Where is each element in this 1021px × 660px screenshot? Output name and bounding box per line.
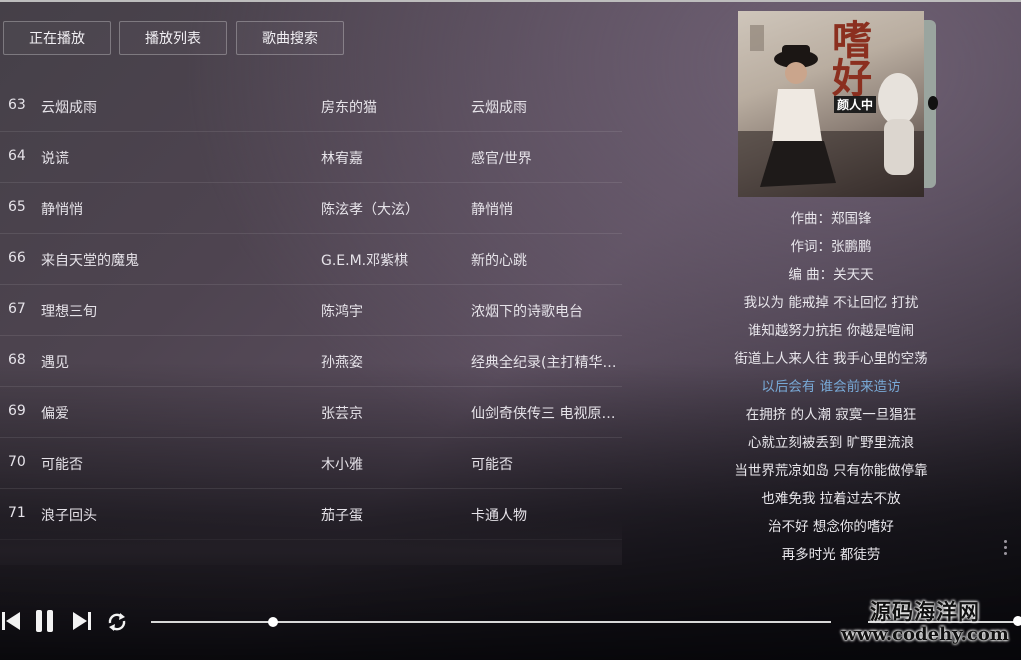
song-album: 感官/世界 bbox=[471, 151, 532, 167]
song-title: 说谎 bbox=[41, 151, 69, 167]
lyric-line: 心就立刻被丢到 旷野里流浪 bbox=[747, 435, 915, 451]
lyric-line: 街道上人来人往 我手心里的空荡 bbox=[734, 351, 928, 367]
table-row[interactable]: 69 偏爱 张芸京 仙剑奇侠传三 电视原… bbox=[0, 386, 622, 438]
lyric-line: 作曲：郑国锋 bbox=[790, 211, 872, 227]
cover-title: 嗜好 bbox=[825, 19, 872, 95]
song-list: 63 云烟成雨 房东的猫 云烟成雨 64 说谎 林宥嘉 感官/世界 65 静悄悄… bbox=[0, 80, 622, 563]
lyric-line: 编 曲：关天天 bbox=[788, 267, 874, 283]
scrollbar-handle[interactable] bbox=[1004, 540, 1008, 556]
pause-icon[interactable] bbox=[33, 608, 57, 638]
watermark-title: 源码海洋网 bbox=[870, 599, 980, 624]
song-album: 云烟成雨 bbox=[471, 100, 527, 116]
lyric-line: 谁知越努力抗拒 你越是喧闹 bbox=[747, 323, 915, 339]
lyric-line: 我以为 能戒掉 不让回忆 打扰 bbox=[743, 295, 919, 311]
lyric-line: 治不好 想念你的嗜好 bbox=[768, 519, 894, 535]
song-artist: 林宥嘉 bbox=[321, 151, 363, 167]
song-number: 68 bbox=[8, 352, 26, 368]
progress-bar[interactable] bbox=[151, 621, 831, 623]
lyric-line: 再多时光 都徒劳 bbox=[781, 547, 881, 563]
song-title: 遇见 bbox=[41, 355, 69, 371]
song-album: 可能否 bbox=[471, 457, 513, 473]
song-number: 65 bbox=[8, 199, 26, 215]
song-album: 仙剑奇侠传三 电视原… bbox=[471, 406, 616, 422]
song-album: 静悄悄 bbox=[471, 202, 513, 218]
song-title: 浪子回头 bbox=[41, 508, 97, 524]
lyric-line-active: 以后会有 谁会前来造访 bbox=[761, 379, 901, 395]
song-album: 经典全纪录(主打精华… bbox=[471, 355, 617, 371]
progress-knob[interactable] bbox=[268, 617, 279, 627]
song-number: 70 bbox=[8, 454, 26, 470]
table-row-partial[interactable] bbox=[0, 539, 622, 563]
song-title: 理想三旬 bbox=[41, 304, 97, 320]
song-number: 66 bbox=[8, 250, 26, 266]
lyrics-panel: 作曲：郑国锋 作词：张鹏鹏编 曲：关天天我以为 能戒掉 不让回忆 打扰 谁知越努力抗… bbox=[700, 205, 962, 563]
tab-playlist[interactable]: 播放列表 bbox=[119, 21, 227, 55]
lyric-line: 在拥挤 的人潮 寂寞一旦猖狂 bbox=[745, 407, 917, 423]
top-border bbox=[0, 0, 1021, 2]
song-number: 63 bbox=[8, 97, 26, 113]
player-controls bbox=[0, 604, 140, 638]
song-artist: 张芸京 bbox=[321, 406, 363, 422]
album-cover: 嗜好 颜人中 bbox=[738, 11, 924, 197]
table-row[interactable]: 66 来自天堂的魔鬼 G.E.M.邓紫棋 新的心跳 bbox=[0, 233, 622, 285]
song-artist: 茄子蛋 bbox=[321, 508, 363, 524]
tab-now-playing[interactable]: 正在播放 bbox=[3, 21, 111, 55]
table-row[interactable]: 70 可能否 木小雅 可能否 bbox=[0, 437, 622, 489]
song-number: 71 bbox=[8, 505, 26, 521]
table-row[interactable]: 71 浪子回头 茄子蛋 卡通人物 bbox=[0, 488, 622, 540]
lyric-line: 当世界荒凉如岛 只有你能做停靠 bbox=[734, 463, 928, 479]
song-title: 来自天堂的魔鬼 bbox=[41, 253, 139, 269]
song-artist: 木小雅 bbox=[321, 457, 363, 473]
song-title: 偏爱 bbox=[41, 406, 69, 422]
table-row[interactable]: 68 遇见 孙燕姿 经典全纪录(主打精华… bbox=[0, 335, 622, 387]
song-title: 云烟成雨 bbox=[41, 100, 97, 116]
table-row[interactable]: 63 云烟成雨 房东的猫 云烟成雨 bbox=[0, 80, 622, 132]
cover-artist: 颜人中 bbox=[834, 96, 877, 113]
skip-previous-icon[interactable] bbox=[0, 610, 22, 636]
song-title: 静悄悄 bbox=[41, 202, 83, 218]
song-title: 可能否 bbox=[41, 457, 83, 473]
song-artist: 陈鸿宇 bbox=[321, 304, 363, 320]
lyric-line: 也难免我 拉着过去不放 bbox=[761, 491, 901, 507]
table-row[interactable]: 64 说谎 林宥嘉 感官/世界 bbox=[0, 131, 622, 183]
song-artist: G.E.M.邓紫棋 bbox=[321, 253, 409, 269]
song-album: 浓烟下的诗歌电台 bbox=[471, 304, 583, 320]
song-number: 69 bbox=[8, 403, 26, 419]
repeat-icon[interactable] bbox=[105, 610, 129, 638]
skip-next-icon[interactable] bbox=[71, 610, 93, 636]
song-album: 卡通人物 bbox=[471, 508, 527, 524]
watermark-url: www.codehy.com bbox=[841, 624, 1009, 645]
song-number: 67 bbox=[8, 301, 26, 317]
song-artist: 陈泫孝（大泫） bbox=[321, 202, 419, 218]
table-row[interactable]: 67 理想三旬 陈鸿宇 浓烟下的诗歌电台 bbox=[0, 284, 622, 336]
table-row[interactable]: 65 静悄悄 陈泫孝（大泫） 静悄悄 bbox=[0, 182, 622, 234]
watermark: 源码海洋网 www.codehy.com bbox=[830, 600, 1020, 646]
song-number: 64 bbox=[8, 148, 26, 164]
song-artist: 房东的猫 bbox=[321, 100, 377, 116]
tab-song-search[interactable]: 歌曲搜索 bbox=[236, 21, 344, 55]
song-artist: 孙燕姿 bbox=[321, 355, 363, 371]
lyric-line: 作词：张鹏鹏 bbox=[790, 239, 872, 255]
song-album: 新的心跳 bbox=[471, 253, 527, 269]
